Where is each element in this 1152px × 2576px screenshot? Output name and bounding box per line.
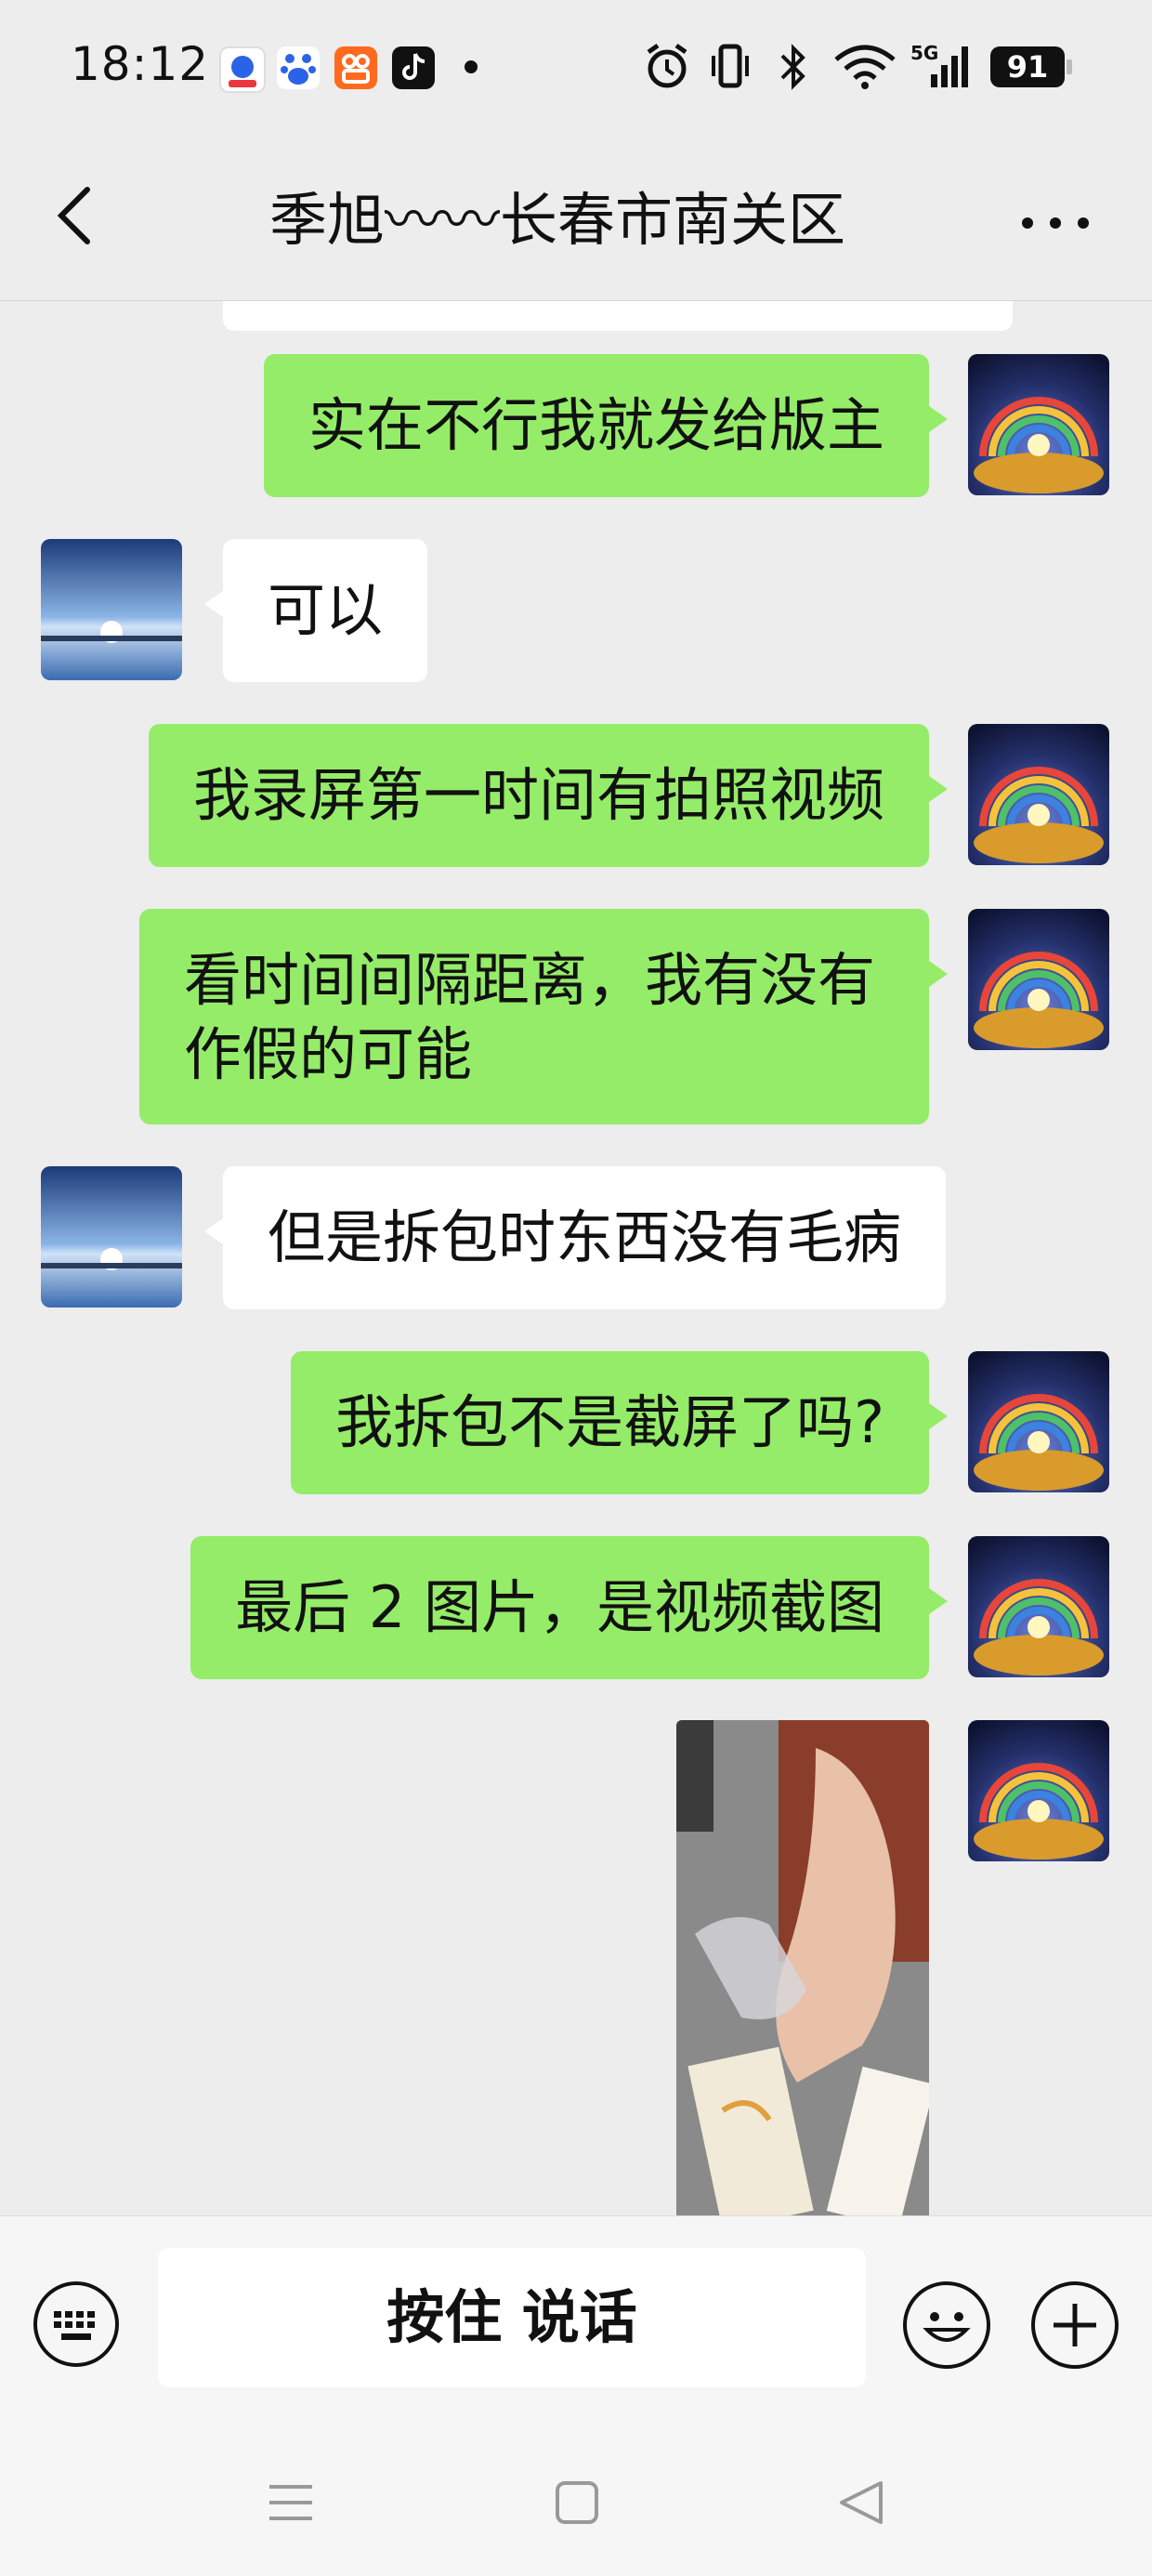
message-bubble-sent[interactable]: 我拆包不是截屏了吗?: [291, 1351, 948, 1494]
message-text: 实在不行我就发给版主: [308, 391, 884, 459]
home-icon[interactable]: [554, 2477, 600, 2531]
message-text: 但是拆包时东西没有毛病: [268, 1203, 902, 1271]
status-bar: 18:12 5G 91: [0, 0, 1152, 138]
plus-icon[interactable]: [1031, 2281, 1119, 2369]
baidu-map-icon: [219, 46, 266, 93]
network-label: 5G: [910, 42, 938, 64]
status-time: 18:12: [71, 37, 210, 91]
my-avatar[interactable]: [968, 1536, 1109, 1677]
message-bubble-sent[interactable]: 实在不行我就发给版主: [263, 354, 949, 497]
back-triangle-icon[interactable]: [836, 2477, 886, 2531]
seaside-avatar-image: [41, 539, 182, 680]
hold-to-talk-button[interactable]: 按住 说话: [158, 2248, 866, 2387]
my-avatar[interactable]: [968, 1351, 1109, 1492]
wifi-icon: [832, 41, 897, 97]
message-bubble-sent[interactable]: 最后 2 图片，是视频截图: [190, 1536, 948, 1679]
my-avatar[interactable]: [968, 354, 1109, 495]
battery-cap: [1067, 59, 1072, 74]
message-bubble-received[interactable]: 但是拆包时东西没有毛病: [203, 1166, 947, 1309]
rainbow-avatar-image: [968, 354, 1109, 495]
menu-icon[interactable]: [266, 2477, 316, 2531]
vibrate-icon: [706, 41, 754, 97]
emoji-icon[interactable]: [903, 2281, 990, 2369]
baidu-icon: [277, 46, 320, 89]
tiktok-icon: [392, 46, 435, 89]
page-title: 季旭〰〰长春市南关区: [268, 186, 845, 254]
battery-indicator: 91: [990, 46, 1065, 87]
message-text-line: 作假的可能: [184, 1020, 473, 1088]
message-text: 我录屏第一时间有拍照视频: [192, 761, 884, 829]
my-avatar[interactable]: [968, 909, 1109, 1050]
kuaishou-icon: [334, 46, 377, 89]
alarm-icon: [643, 41, 691, 97]
message-bubble-sent[interactable]: 看时间间隔距离，我有没有 作假的可能: [139, 909, 948, 1124]
message-bubble-sent[interactable]: 我录屏第一时间有拍照视频: [148, 724, 949, 867]
previous-message-partial: [223, 301, 1013, 331]
contact-avatar[interactable]: [41, 539, 182, 680]
notification-dot: [465, 60, 478, 73]
message-list[interactable]: 实在不行我就发给版主 可以 我录屏第一时间有拍照视频 看时间间隔距离，我有没有 …: [0, 301, 1152, 2215]
message-bubble-received[interactable]: 可以: [203, 539, 428, 682]
contact-avatar[interactable]: [41, 1166, 182, 1308]
keyboard-icon[interactable]: [33, 2281, 119, 2367]
message-text: 可以: [268, 576, 384, 644]
message-image[interactable]: [676, 1720, 929, 2215]
input-bar: 按住 说话: [0, 2215, 1152, 2439]
chat-screen: 18:12 5G 91 季旭〰〰长春市南关区 实在不行我就发给版主 可以 我录屏…: [0, 0, 1152, 2576]
message-text: 我拆包不是截屏了吗?: [335, 1388, 884, 1456]
bluetooth-icon: [769, 41, 818, 97]
more-icon[interactable]: [1018, 214, 1093, 236]
chat-header: 季旭〰〰长春市南关区: [0, 138, 1152, 301]
my-avatar[interactable]: [968, 724, 1109, 865]
message-text: 最后 2 图片，是视频截图: [235, 1573, 884, 1641]
my-avatar[interactable]: [968, 1720, 1109, 1861]
message-text-line: 看时间间隔距离，我有没有: [184, 946, 876, 1014]
system-nav-bar: [0, 2438, 1152, 2576]
signal-icon: 5G: [910, 41, 975, 97]
